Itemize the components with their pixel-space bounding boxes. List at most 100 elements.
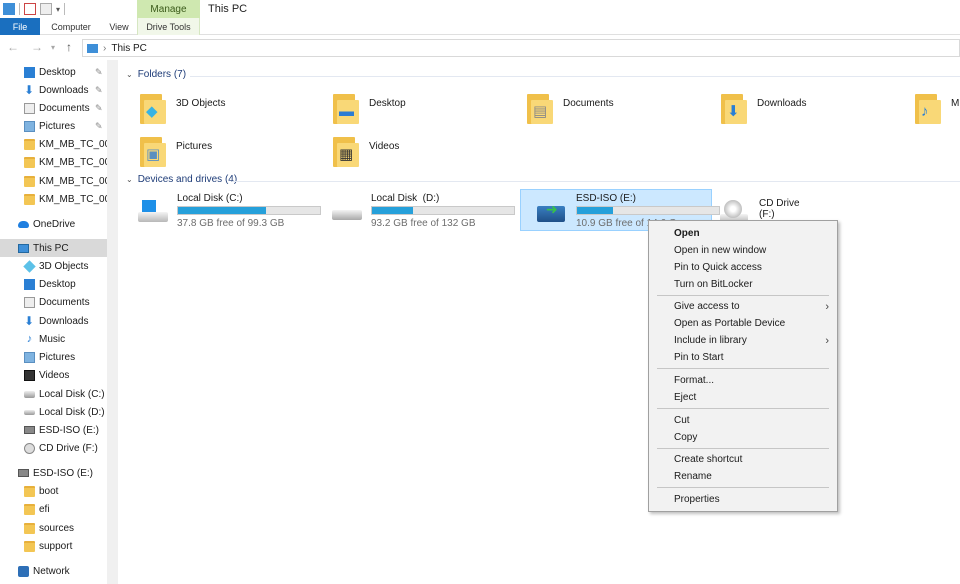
- nav-item-documents-pc[interactable]: Documents: [0, 293, 107, 311]
- nav-item-3d-objects[interactable]: 3D Objects: [0, 257, 107, 275]
- chevron-down-icon[interactable]: ⌄: [126, 70, 133, 79]
- menu-item-cut[interactable]: Cut: [649, 412, 837, 429]
- back-arrow-icon[interactable]: ←: [7, 40, 19, 54]
- pin-icon: ✎: [95, 102, 103, 113]
- nav-item-music[interactable]: ♪ Music: [0, 330, 107, 348]
- folder-tile-documents[interactable]: ▤ Documents: [507, 88, 697, 128]
- menu-item-open[interactable]: Open: [649, 225, 837, 242]
- menu-separator: [657, 487, 829, 488]
- new-folder-icon[interactable]: [40, 3, 52, 15]
- menu-item-pin-start[interactable]: Pin to Start: [649, 349, 837, 366]
- folder-tile-videos[interactable]: ▦ Videos: [313, 131, 503, 171]
- this-pc-icon: [87, 43, 98, 53]
- menu-item-rename[interactable]: Rename: [649, 468, 837, 485]
- nav-item-onedrive[interactable]: OneDrive: [0, 215, 107, 233]
- nav-item-km-folder-3[interactable]: KM_MB_TC_0000: [0, 172, 107, 190]
- drive-tile-c[interactable]: Local Disk (C:) 37.8 GB free of 99.3 GB: [122, 190, 321, 232]
- desktop-folder-icon: ▬: [333, 92, 359, 124]
- videos-folder-icon: ▦: [333, 135, 359, 167]
- nav-label: Music: [39, 333, 66, 345]
- menu-item-give-access[interactable]: Give access to ›: [649, 298, 837, 315]
- nav-label: Pictures: [39, 351, 76, 363]
- hard-drive-icon: [24, 409, 35, 415]
- nav-item-esd-iso[interactable]: ESD-ISO (E:): [0, 421, 107, 439]
- nav-item-efi[interactable]: efi: [0, 500, 107, 518]
- nav-item-boot[interactable]: boot: [0, 482, 107, 500]
- nav-label: KM_MB_TC_0000: [39, 156, 107, 168]
- nav-item-desktop[interactable]: Desktop ✎: [0, 63, 107, 81]
- nav-item-network[interactable]: Network: [0, 562, 107, 580]
- breadcrumb-this-pc[interactable]: This PC: [111, 43, 147, 54]
- menu-item-pin-quick-access[interactable]: Pin to Quick access: [649, 259, 837, 276]
- recent-locations-icon[interactable]: ▾: [51, 43, 55, 52]
- navigation-pane-scrollbar[interactable]: [107, 60, 118, 584]
- menu-item-create-shortcut[interactable]: Create shortcut: [649, 451, 837, 468]
- context-menu: Open Open in new window Pin to Quick acc…: [648, 220, 838, 512]
- up-arrow-icon[interactable]: ↑: [66, 40, 72, 54]
- folder-tile-downloads[interactable]: ⬇ Downloads: [701, 88, 891, 128]
- folder-tile-pictures[interactable]: ▣ Pictures: [120, 131, 310, 171]
- menu-item-open-portable[interactable]: Open as Portable Device: [649, 315, 837, 332]
- tab-drive-tools[interactable]: Drive Tools: [137, 18, 200, 35]
- quick-access-toolbar: ▾: [0, 0, 140, 18]
- folder-label: Downloads: [757, 97, 807, 109]
- nav-item-support[interactable]: support: [0, 537, 107, 555]
- menu-item-open-new-window[interactable]: Open in new window: [649, 242, 837, 259]
- nav-item-km-folder-1[interactable]: KM_MB_TC_0000: [0, 135, 107, 153]
- chevron-right-icon: ›: [825, 300, 829, 313]
- nav-label: Network: [33, 565, 70, 577]
- folder-tile-3d-objects[interactable]: ◆ 3D Objects: [120, 88, 310, 128]
- nav-item-pictures-pc[interactable]: Pictures: [0, 348, 107, 366]
- ribbon-tabs: File Computer View Drive Tools: [0, 18, 960, 35]
- drive-usage-bar: [177, 206, 321, 215]
- nav-item-documents[interactable]: Documents ✎: [0, 99, 107, 117]
- nav-item-sources[interactable]: sources: [0, 519, 107, 537]
- tab-computer[interactable]: Computer: [50, 18, 92, 35]
- menu-separator: [657, 295, 829, 296]
- nav-item-downloads-pc[interactable]: ⬇ Downloads: [0, 312, 107, 330]
- qat-divider: [19, 3, 20, 15]
- address-bar[interactable]: › This PC: [82, 39, 960, 57]
- nav-item-local-disk-d[interactable]: Local Disk (D:): [0, 403, 107, 421]
- menu-item-copy[interactable]: Copy: [649, 429, 837, 446]
- customize-qat-icon[interactable]: ▾: [56, 5, 60, 14]
- drive-name: CD Drive (F:): [759, 198, 800, 220]
- folder-icon: [24, 485, 35, 497]
- nav-item-esd-iso-root[interactable]: ESD-ISO (E:): [0, 464, 107, 482]
- menu-item-format[interactable]: Format...: [649, 372, 837, 389]
- folder-label: 3D Objects: [176, 97, 226, 109]
- nav-item-local-disk-c[interactable]: Local Disk (C:): [0, 385, 107, 403]
- nav-item-desktop-pc[interactable]: Desktop: [0, 275, 107, 293]
- nav-item-km-folder-2[interactable]: KM_MB_TC_0000: [0, 153, 107, 171]
- properties-icon[interactable]: [24, 3, 36, 15]
- nav-item-km-folder-4[interactable]: KM_MB_TC_0000: [0, 190, 107, 208]
- drives-group-header[interactable]: ⌄ Devices and drives (4): [126, 174, 237, 185]
- qat-divider-2: [64, 3, 66, 15]
- drive-tile-d[interactable]: Local Disk (D:) 93.2 GB free of 132 GB: [316, 190, 515, 232]
- film-icon: [24, 369, 35, 381]
- nav-label: Videos: [39, 369, 70, 381]
- menu-item-bitlocker[interactable]: Turn on BitLocker: [649, 276, 837, 293]
- folder-tile-music[interactable]: ♪ M: [895, 88, 960, 128]
- menu-item-label: Give access to: [674, 301, 740, 312]
- folder-icon: [24, 540, 35, 552]
- menu-item-properties[interactable]: Properties: [649, 491, 837, 508]
- nav-item-cd-drive[interactable]: CD Drive (F:): [0, 439, 107, 457]
- nav-item-this-pc[interactable]: This PC: [0, 239, 107, 257]
- menu-item-label: Include in library: [674, 335, 747, 346]
- nav-label: Local Disk (C:): [39, 388, 105, 400]
- folder-tile-desktop[interactable]: ▬ Desktop: [313, 88, 503, 128]
- forward-arrow-icon[interactable]: →: [31, 40, 43, 54]
- window-title: This PC: [208, 3, 248, 15]
- chevron-down-icon[interactable]: ⌄: [126, 175, 133, 184]
- menu-item-include-library[interactable]: Include in library ›: [649, 332, 837, 349]
- chevron-right-icon[interactable]: ›: [103, 43, 106, 54]
- nav-item-videos[interactable]: Videos: [0, 366, 107, 384]
- tab-file[interactable]: File: [0, 18, 40, 35]
- nav-item-pictures[interactable]: Pictures ✎: [0, 117, 107, 135]
- manage-context-tab[interactable]: Manage: [137, 0, 200, 18]
- folders-group-header[interactable]: ⌄ Folders (7): [126, 69, 186, 80]
- nav-item-downloads[interactable]: ⬇ Downloads ✎: [0, 81, 107, 99]
- menu-item-eject[interactable]: Eject: [649, 389, 837, 406]
- tab-view[interactable]: View: [104, 18, 134, 35]
